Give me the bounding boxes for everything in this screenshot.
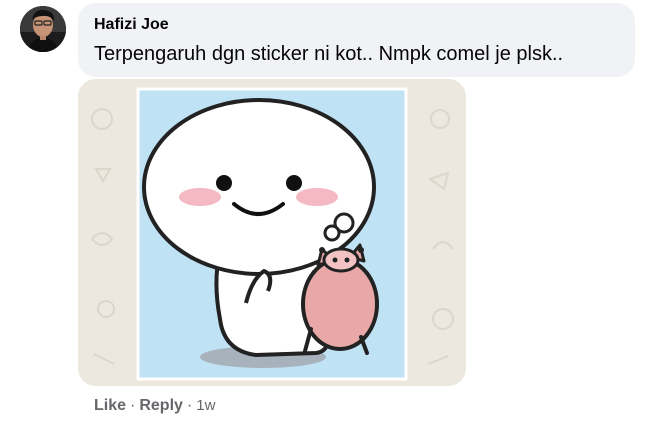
separator-dot: · — [186, 397, 193, 414]
commenter-avatar[interactable] — [20, 6, 66, 52]
comment-text: Terpengaruh dgn sticker ni kot.. Nmpk co… — [94, 43, 564, 65]
comment-actions: Like · Reply · 1w — [94, 396, 215, 416]
comment-bubble: Hafizi Joe Terpengaruh dgn sticker ni ko… — [78, 3, 635, 77]
reply-link[interactable]: Reply — [139, 397, 183, 414]
comment-author-name[interactable]: Hafizi Joe — [94, 15, 169, 35]
like-link[interactable]: Like — [94, 397, 126, 414]
comment-image-attachment[interactable] — [78, 79, 466, 386]
comment-timestamp[interactable]: 1w — [196, 397, 215, 414]
separator-dot: · — [130, 397, 136, 414]
